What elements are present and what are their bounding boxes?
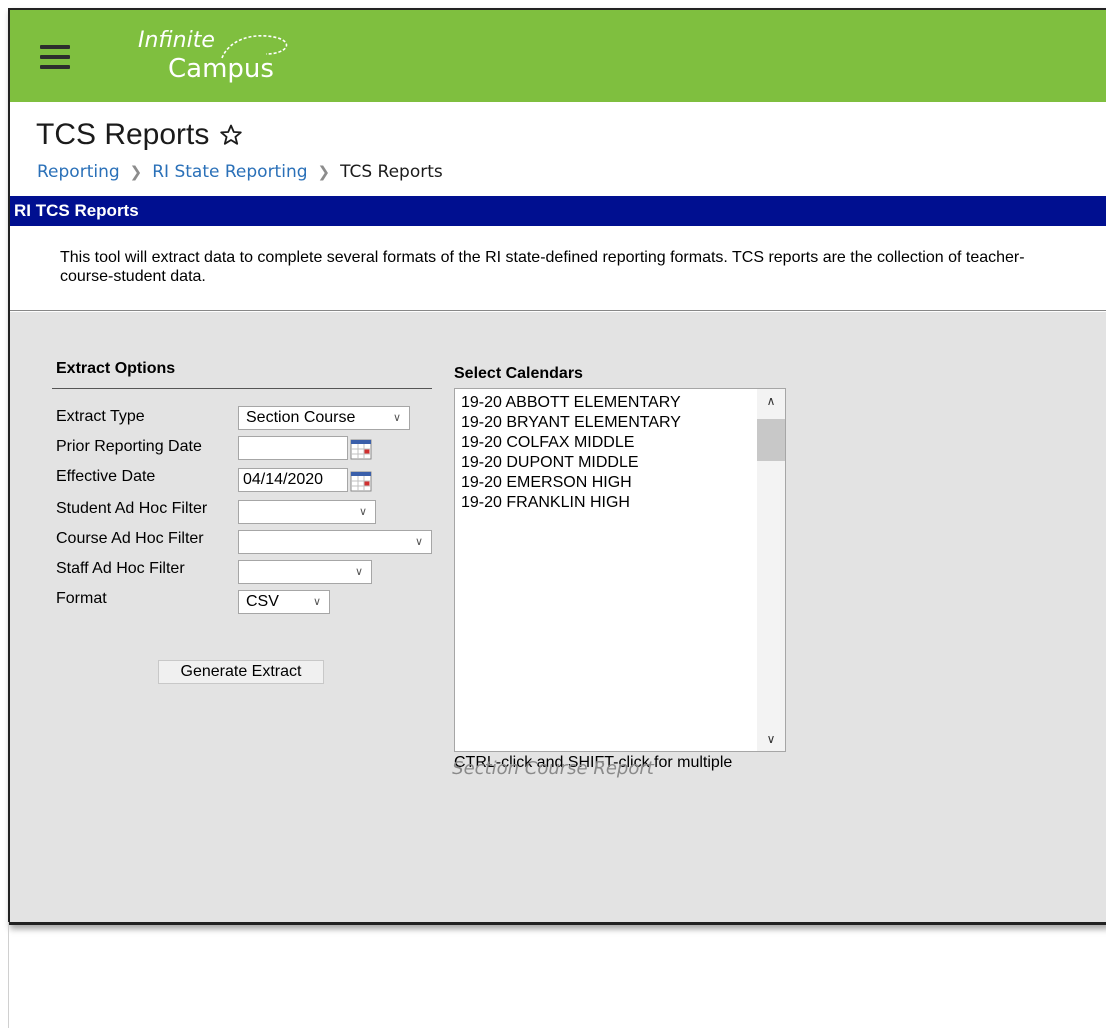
divider	[8, 922, 9, 1028]
staff-ad-hoc-filter-select[interactable]: ∨	[238, 560, 372, 584]
format-value: CSV	[246, 593, 279, 610]
page-title-row: TCS Reports	[36, 118, 243, 152]
image-caption: Section Course Report	[452, 758, 654, 779]
calendar-option[interactable]: 19-20 FRANKLIN HIGH	[461, 493, 630, 513]
section-header: RI TCS Reports	[10, 196, 1106, 226]
generate-extract-button[interactable]: Generate Extract	[158, 660, 324, 684]
course-ad-hoc-filter-select[interactable]: ∨	[238, 530, 432, 554]
chevron-down-icon: ∨	[312, 596, 321, 608]
format-select[interactable]: CSV ∨	[238, 590, 330, 614]
extract-editor: Extract Options Extract Type Section Cou…	[10, 312, 1106, 922]
app-window: Infinite Campus TCS Reports Reporting ❯ …	[8, 8, 1106, 925]
calendar-icon[interactable]	[350, 470, 372, 492]
extract-type-value: Section Course	[246, 409, 356, 426]
extract-type-label: Extract Type	[56, 408, 145, 425]
logo-text-top: Infinite	[138, 28, 215, 53]
calendar-icon[interactable]	[350, 438, 372, 460]
logo-text-bottom: Campus	[168, 54, 274, 84]
chevron-down-icon: ∨	[414, 536, 423, 548]
calendar-option[interactable]: 19-20 EMERSON HIGH	[461, 473, 632, 493]
extract-options-heading: Extract Options	[56, 360, 176, 377]
extract-type-select[interactable]: Section Course ∨	[238, 406, 410, 430]
calendar-option[interactable]: 19-20 BRYANT ELEMENTARY	[461, 413, 681, 433]
calendar-option[interactable]: 19-20 COLFAX MIDDLE	[461, 433, 634, 453]
breadcrumb-ri-state-reporting[interactable]: RI State Reporting	[152, 162, 307, 182]
chevron-down-icon: ∨	[392, 412, 401, 424]
breadcrumb-current: TCS Reports	[340, 162, 443, 182]
scroll-thumb[interactable]	[757, 419, 785, 461]
menu-icon[interactable]	[40, 45, 70, 69]
description-text: This tool will extract data to complete …	[60, 249, 1025, 285]
breadcrumb: Reporting ❯ RI State Reporting ❯ TCS Rep…	[37, 162, 443, 182]
chevron-down-icon: ∨	[358, 506, 367, 518]
scroll-up-icon[interactable]: ∧	[757, 391, 785, 411]
infinite-campus-logo[interactable]: Infinite Campus	[138, 26, 308, 86]
calendar-listbox[interactable]: 19-20 ABBOTT ELEMENTARY 19-20 BRYANT ELE…	[454, 388, 786, 752]
student-ad-hoc-filter-select[interactable]: ∨	[238, 500, 376, 524]
prior-reporting-date-input[interactable]	[238, 436, 348, 460]
effective-date-label: Effective Date	[56, 468, 156, 485]
format-label: Format	[56, 590, 107, 607]
effective-date-input[interactable]: 04/14/2020	[238, 468, 348, 492]
chevron-down-icon: ∨	[354, 566, 363, 578]
student-ad-hoc-filter-label: Student Ad Hoc Filter	[56, 500, 208, 517]
chevron-right-icon: ❯	[317, 163, 331, 181]
divider	[52, 388, 432, 389]
prior-reporting-date-label: Prior Reporting Date	[56, 438, 202, 455]
breadcrumb-reporting[interactable]: Reporting	[37, 162, 120, 182]
chevron-right-icon: ❯	[129, 163, 143, 181]
listbox-scrollbar[interactable]: ∧ ∨	[757, 389, 785, 751]
page-title: TCS Reports	[36, 118, 210, 151]
top-navigation-bar: Infinite Campus	[10, 10, 1106, 102]
course-ad-hoc-filter-label: Course Ad Hoc Filter	[56, 530, 204, 547]
staff-ad-hoc-filter-label: Staff Ad Hoc Filter	[56, 560, 185, 577]
scroll-down-icon[interactable]: ∨	[757, 729, 785, 749]
description-panel: This tool will extract data to complete …	[10, 226, 1106, 311]
calendar-option[interactable]: 19-20 ABBOTT ELEMENTARY	[461, 393, 681, 413]
calendar-option[interactable]: 19-20 DUPONT MIDDLE	[461, 453, 639, 473]
star-icon[interactable]	[219, 123, 243, 147]
select-calendars-heading: Select Calendars	[454, 365, 583, 382]
